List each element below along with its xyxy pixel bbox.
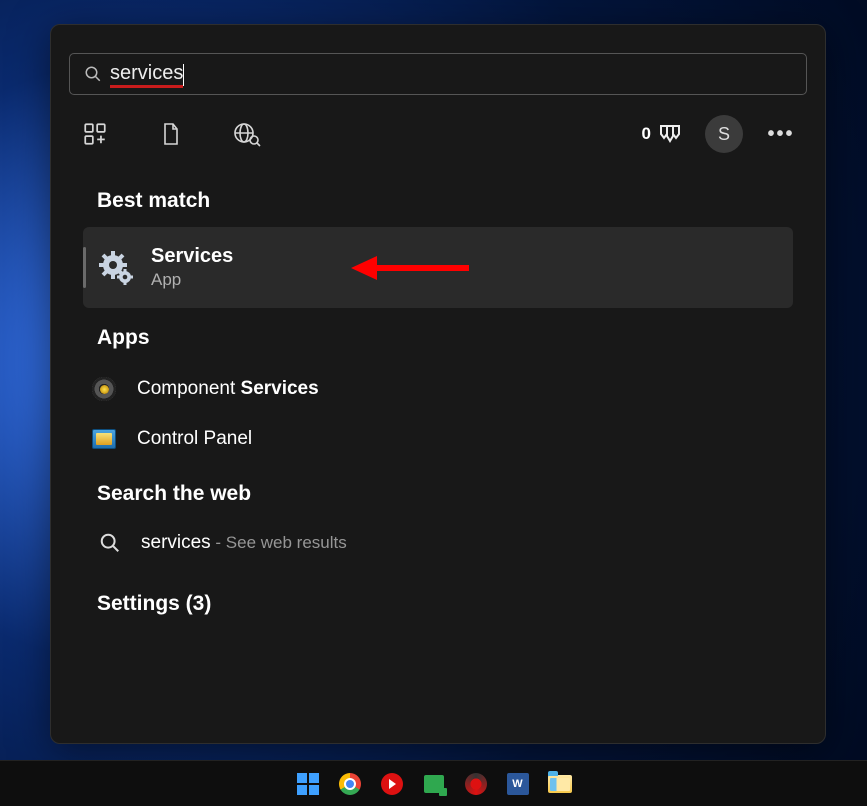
- search-query-text: services: [110, 62, 183, 88]
- taskbar-chat-icon[interactable]: [420, 770, 448, 798]
- taskbar-start-button[interactable]: [294, 770, 322, 798]
- web-filter-icon[interactable]: [231, 118, 263, 150]
- filter-row: 0 S •••: [69, 115, 807, 171]
- search-input[interactable]: services: [110, 62, 184, 86]
- points-value: 0: [642, 124, 651, 144]
- best-match-heading: Best match: [97, 189, 793, 213]
- user-avatar[interactable]: S: [705, 115, 743, 153]
- app-result-control-panel[interactable]: Control Panel: [87, 414, 793, 464]
- annotation-arrow: [351, 248, 471, 288]
- taskbar-explorer-icon[interactable]: [546, 770, 574, 798]
- best-match-result[interactable]: Services App: [83, 227, 793, 308]
- web-heading: Search the web: [97, 482, 793, 506]
- taskbar-word-icon[interactable]: W: [504, 770, 532, 798]
- search-box[interactable]: services: [69, 53, 807, 95]
- start-search-panel: services: [50, 24, 826, 744]
- app-result-component-services[interactable]: Component Services: [87, 364, 793, 414]
- rewards-points[interactable]: 0: [642, 122, 683, 146]
- taskbar-chrome-icon[interactable]: [336, 770, 364, 798]
- avatar-initial: S: [718, 124, 730, 145]
- taskbar-media-icon[interactable]: [378, 770, 406, 798]
- more-options-button[interactable]: •••: [765, 118, 797, 150]
- app-label-bold: Services: [241, 378, 319, 399]
- settings-heading: Settings (3): [97, 592, 793, 616]
- text-cursor: [183, 64, 184, 86]
- taskbar-opera-icon[interactable]: [462, 770, 490, 798]
- web-query: services: [141, 532, 211, 553]
- best-match-subtitle: App: [151, 270, 233, 290]
- component-services-icon: [91, 376, 117, 402]
- app-label-prefix: Component: [137, 378, 241, 399]
- taskbar: W: [0, 760, 867, 806]
- best-match-title: Services: [151, 245, 233, 268]
- web-search-result[interactable]: services - See web results: [95, 520, 793, 566]
- documents-filter-icon[interactable]: [155, 118, 187, 150]
- app-label: Control Panel: [137, 428, 252, 449]
- control-panel-icon: [91, 426, 117, 452]
- search-icon: [99, 532, 121, 554]
- services-gear-icon: [99, 251, 133, 285]
- apps-heading: Apps: [97, 326, 793, 350]
- apps-filter-icon[interactable]: [79, 118, 111, 150]
- rewards-icon: [657, 122, 683, 146]
- search-icon: [84, 65, 102, 83]
- web-tail: - See web results: [211, 533, 347, 552]
